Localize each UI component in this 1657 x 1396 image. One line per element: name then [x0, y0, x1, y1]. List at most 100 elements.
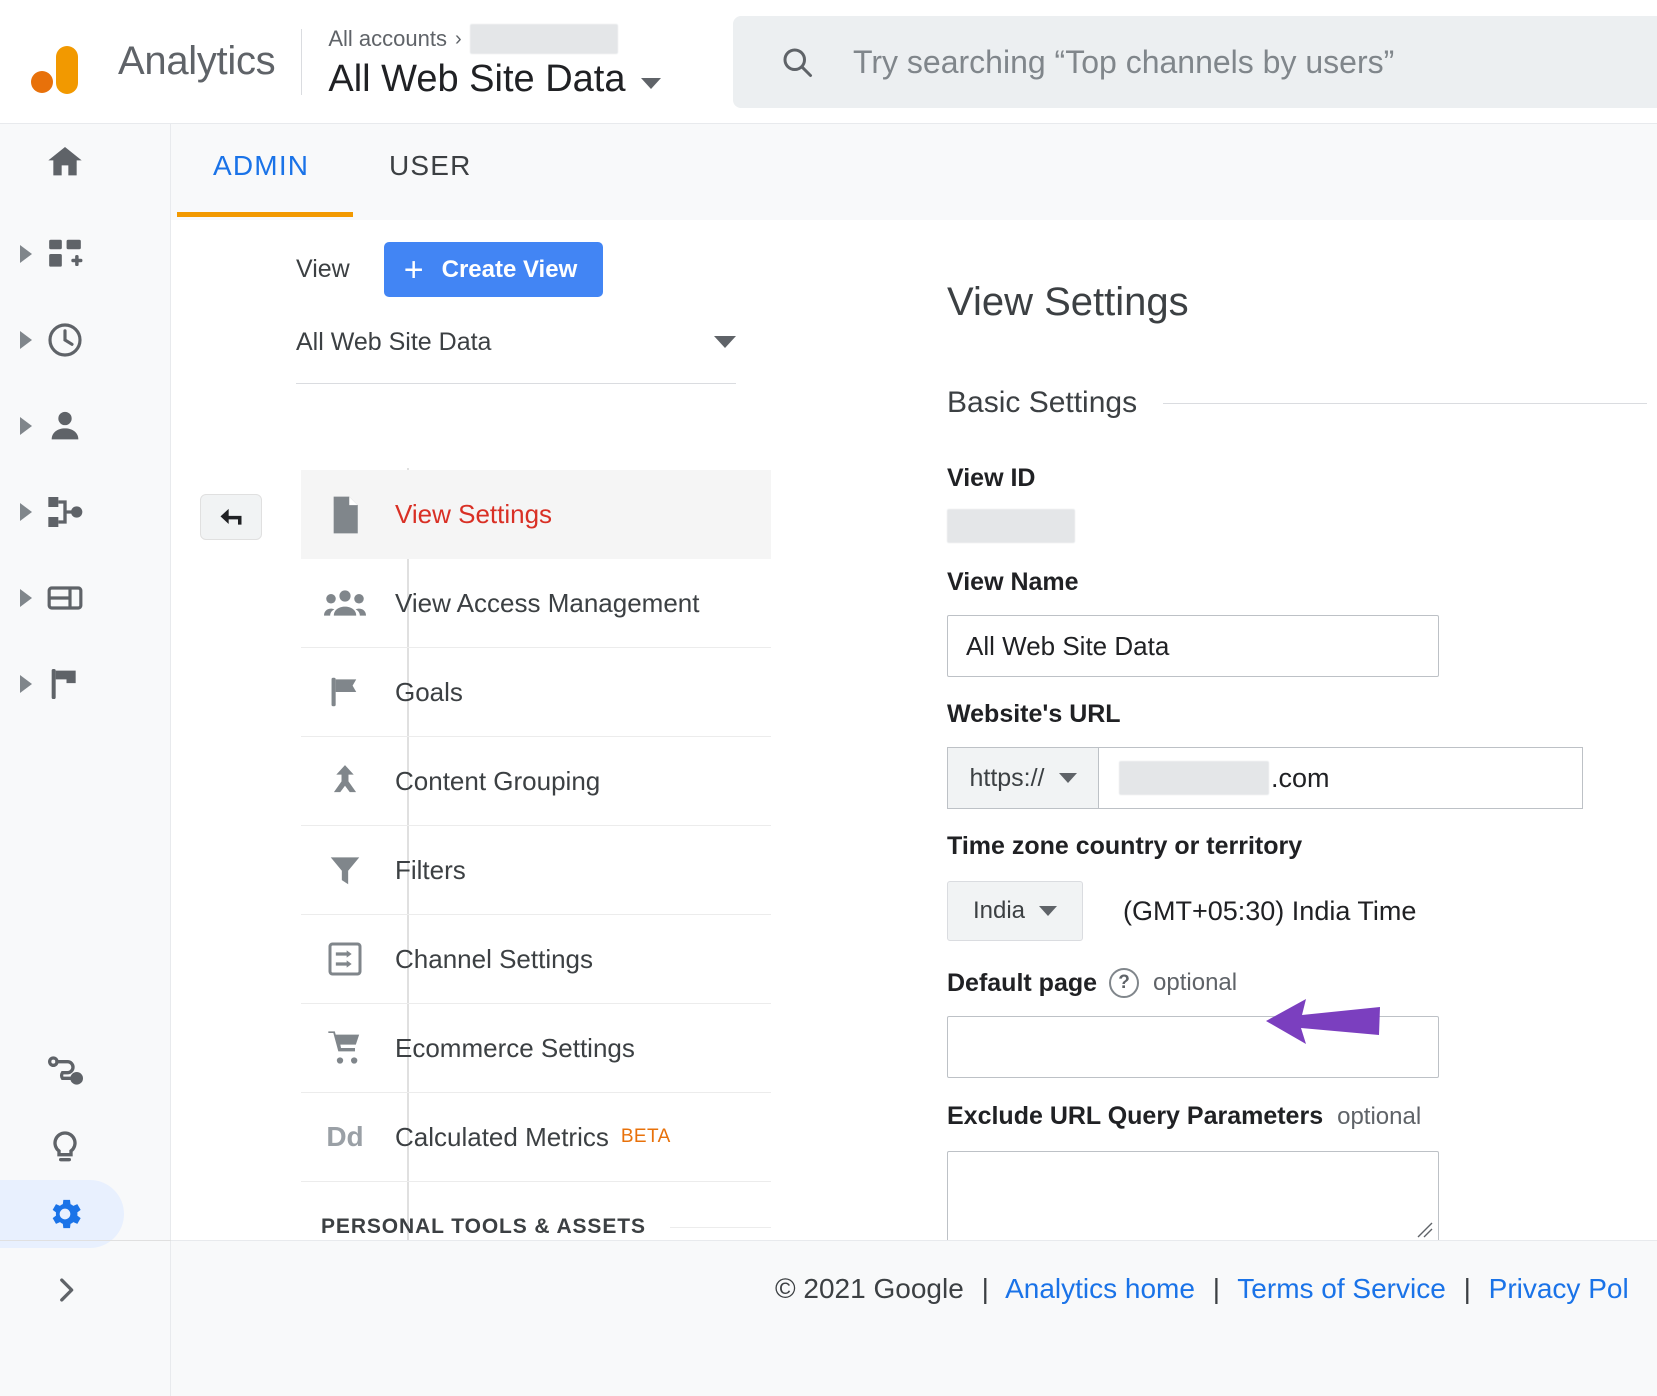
section-rule [1163, 402, 1647, 404]
exclude-params-label: Exclude URL Query Parameters [947, 1102, 1324, 1130]
field-view-id: View ID [947, 464, 1075, 548]
menu-item-goals[interactable]: Goals [301, 648, 771, 737]
expand-triangle-icon[interactable] [20, 245, 32, 263]
plus-icon: + [403, 250, 424, 289]
view-selector-dropdown[interactable]: All Web Site Data [296, 328, 736, 384]
funnel-icon [321, 851, 369, 889]
timezone-label: Time zone country or territory [947, 832, 1303, 860]
home-icon [45, 142, 85, 182]
default-page-input[interactable] [947, 1016, 1439, 1078]
menu-label: Goals [395, 676, 463, 707]
admin-menu-list: View Settings View Access Management Goa… [301, 470, 771, 1359]
chevron-down-icon [1039, 906, 1058, 916]
menu-item-view-access-management[interactable]: View Access Management [301, 559, 771, 648]
search-placeholder: Try searching “Top channels by users” [853, 43, 1395, 80]
rail-item-home[interactable] [0, 124, 170, 200]
timezone-country-value: India [972, 897, 1026, 924]
website-url-row: https:// .com [947, 747, 1583, 809]
tab-active-underline [177, 212, 353, 217]
url-protocol-value: https:// [969, 763, 1045, 792]
people-icon [321, 586, 369, 620]
header-divider [301, 28, 303, 95]
exclude-params-textarea[interactable] [947, 1151, 1439, 1243]
resize-handle-icon[interactable] [1414, 1219, 1434, 1239]
analytics-admin-page: Analytics All accounts › All Web Site Da… [0, 0, 1657, 1396]
document-icon [321, 495, 369, 535]
footer-link-analytics-home[interactable]: Analytics home [1005, 1273, 1195, 1304]
rail-item-attribution[interactable] [0, 1032, 171, 1108]
menu-label: Channel Settings [395, 943, 594, 974]
expand-triangle-icon[interactable] [20, 675, 32, 693]
menu-item-channel-settings[interactable]: Channel Settings [301, 915, 771, 1004]
url-domain-redacted [1119, 761, 1269, 795]
audience-person-icon [45, 406, 85, 446]
search-bar[interactable]: Try searching “Top channels by users” [733, 16, 1657, 108]
url-protocol-select[interactable]: https:// [947, 747, 1099, 809]
shopping-cart-icon [321, 1028, 369, 1068]
chevron-down-icon [714, 336, 736, 348]
menu-label: View Access Management [395, 587, 700, 618]
view-header-row: View + Create View [296, 242, 604, 297]
conversions-flag-icon [45, 664, 85, 704]
rail-item-audience[interactable] [0, 388, 170, 464]
rail-item-discover[interactable] [0, 1110, 171, 1186]
search-icon [779, 44, 815, 80]
menu-item-ecommerce-settings[interactable]: Ecommerce Settings [301, 1004, 771, 1093]
create-view-label: Create View [441, 255, 578, 283]
view-settings-form: View Settings Basic Settings View ID Vie… [771, 220, 1657, 1326]
create-view-button[interactable]: + Create View [383, 242, 604, 297]
field-exclude-url-query-parameters: Exclude URL Query Parameters optional [947, 1102, 1439, 1243]
url-domain-input[interactable]: .com [1099, 747, 1583, 809]
breadcrumb-separator: › [454, 27, 462, 50]
view-chevron-down-icon[interactable] [641, 78, 662, 89]
view-name-input[interactable] [947, 615, 1439, 677]
footer-link-terms-of-service[interactable]: Terms of Service [1237, 1273, 1446, 1304]
attribution-path-icon [45, 1050, 85, 1090]
view-selector-value: All Web Site Data [296, 328, 492, 356]
current-view-title[interactable]: All Web Site Data [328, 58, 625, 101]
rail-item-customization[interactable] [0, 216, 170, 292]
breadcrumb: All accounts › All Web Site Data [328, 22, 662, 101]
tab-admin[interactable]: ADMIN [213, 150, 309, 182]
expand-triangle-icon[interactable] [20, 503, 32, 521]
channel-arrows-icon [321, 939, 369, 979]
expand-triangle-icon[interactable] [20, 417, 32, 435]
expand-triangle-icon[interactable] [20, 331, 32, 349]
content-grouping-icon [321, 762, 369, 800]
menu-item-view-settings[interactable]: View Settings [301, 470, 771, 559]
tab-bar: ADMIN USER [171, 124, 1657, 220]
customization-icon [45, 234, 85, 274]
menu-label: View Settings [395, 499, 553, 529]
view-label: View [296, 255, 350, 283]
field-timezone: Time zone country or territory India (GM… [947, 832, 1416, 941]
rail-item-conversions[interactable] [0, 646, 170, 722]
field-view-name: View Name [947, 568, 1439, 677]
left-nav-rail [0, 124, 171, 1396]
realtime-clock-icon [45, 320, 85, 360]
rail-item-behavior[interactable] [0, 560, 170, 636]
view-column: View + Create View All Web Site Data Vie… [171, 220, 771, 1396]
admin-gear-icon [45, 1194, 85, 1234]
rail-item-acquisition[interactable] [0, 474, 170, 550]
menu-item-content-grouping[interactable]: Content Grouping [301, 737, 771, 826]
expand-triangle-icon[interactable] [20, 589, 32, 607]
menu-item-filters[interactable]: Filters [301, 826, 771, 915]
collapse-panel-button[interactable] [200, 494, 262, 540]
url-tld: .com [1271, 762, 1330, 793]
help-circle-icon[interactable]: ? [1109, 968, 1140, 998]
view-id-label: View ID [947, 464, 1036, 492]
breadcrumb-all-accounts[interactable]: All accounts [328, 26, 447, 52]
menu-item-calculated-metrics[interactable]: Dd Calculated Metrics BETA [301, 1093, 771, 1182]
acquisition-share-icon [45, 492, 85, 532]
footer-separator: | [1212, 1273, 1221, 1304]
footer-link-privacy-policy[interactable]: Privacy Pol [1489, 1273, 1629, 1304]
rail-expand-button[interactable] [44, 1268, 88, 1312]
basic-settings-label: Basic Settings [947, 386, 1138, 419]
rail-item-realtime[interactable] [0, 302, 170, 378]
google-analytics-logo-icon [30, 32, 102, 94]
timezone-country-select[interactable]: India [947, 881, 1083, 941]
footer: © 2021 Google | Analytics home | Terms o… [171, 1240, 1657, 1396]
tab-user[interactable]: USER [389, 150, 472, 182]
brand-name: Analytics [118, 39, 276, 83]
menu-label: Calculated Metrics [395, 1121, 609, 1152]
